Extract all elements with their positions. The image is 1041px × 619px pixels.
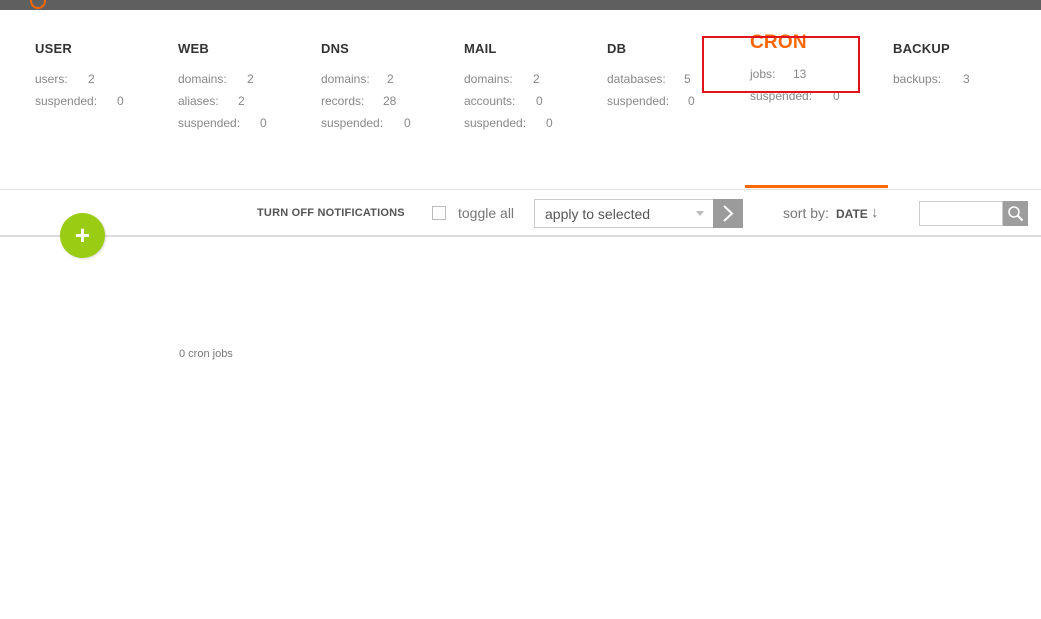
cron-jobs-count: 0 cron jobs <box>179 348 233 360</box>
stat-value: 0 <box>546 116 553 130</box>
stat-label: suspended: <box>178 116 241 130</box>
stat-row-records: records: 28 <box>321 94 461 116</box>
stat-dns[interactable]: DNS domains: 2 records: 28 suspended: 0 <box>321 40 461 138</box>
stat-title-mail[interactable]: MAIL <box>464 40 604 58</box>
stat-value: 2 <box>238 94 245 108</box>
stat-label: suspended: <box>607 94 670 108</box>
cron-highlight-box <box>702 36 860 93</box>
stat-value: 2 <box>247 72 254 86</box>
search-icon <box>1008 206 1024 222</box>
apply-to-selected-select[interactable]: apply to selected <box>534 199 714 228</box>
stat-row-suspended: suspended: 0 <box>35 94 175 116</box>
search-button[interactable] <box>1003 201 1028 226</box>
stat-row-accounts: accounts: 0 <box>464 94 604 116</box>
stat-label: users: <box>35 72 68 86</box>
stat-row-suspended: suspended: 0 <box>607 94 747 116</box>
stat-label: domains: <box>178 72 227 86</box>
stat-value: 2 <box>533 72 540 86</box>
user-icon[interactable] <box>997 0 1007 6</box>
dropdown-caret-icon <box>696 211 704 216</box>
stat-value: 2 <box>88 72 95 86</box>
active-tab-indicator <box>745 185 888 188</box>
stat-value: 0 <box>688 94 695 108</box>
stat-row-backups: backups: 3 <box>893 72 1033 94</box>
stat-label: aliases: <box>178 94 219 108</box>
stat-title-user[interactable]: USER <box>35 40 175 58</box>
apply-select-value: apply to selected <box>545 206 651 222</box>
stat-value: 0 <box>260 116 267 130</box>
stat-label: records: <box>321 94 365 108</box>
stat-value: 2 <box>387 72 394 86</box>
stat-label: backups: <box>893 72 942 86</box>
stat-label: domains: <box>464 72 513 86</box>
stat-row-users: users: 2 <box>35 72 175 94</box>
stat-title-backup[interactable]: BACKUP <box>893 40 1033 58</box>
stat-label: domains: <box>321 72 370 86</box>
sort-by-label: sort by: <box>783 205 829 221</box>
stat-value: 0 <box>404 116 411 130</box>
stat-row-domains: domains: 2 <box>321 72 461 94</box>
add-cron-job-button[interactable]: + <box>60 213 105 258</box>
stat-web[interactable]: WEB domains: 2 aliases: 2 suspended: 0 <box>178 40 318 138</box>
stat-row-domains: domains: 2 <box>464 72 604 94</box>
stat-row-suspended: suspended: 0 <box>178 116 318 138</box>
stat-value: 3 <box>963 72 970 86</box>
stat-row-aliases: aliases: 2 <box>178 94 318 116</box>
stat-label: databases: <box>607 72 666 86</box>
stat-label: suspended: <box>321 116 384 130</box>
stat-label: suspended: <box>35 94 98 108</box>
stat-mail[interactable]: MAIL domains: 2 accounts: 0 suspended: 0 <box>464 40 604 138</box>
stat-row-suspended: suspended: 0 <box>321 116 461 138</box>
toolbar <box>0 189 1041 237</box>
plus-icon: + <box>74 220 91 250</box>
sort-by-value[interactable]: DATE <box>836 207 868 221</box>
stat-value: 0 <box>536 94 543 108</box>
stat-user[interactable]: USER users: 2 suspended: 0 <box>35 40 175 116</box>
toggle-all-label[interactable]: toggle all <box>458 205 514 221</box>
chevron-right-icon <box>723 205 734 222</box>
sort-arrow-icon[interactable]: ↓ <box>871 204 879 221</box>
stat-value: 28 <box>383 94 397 108</box>
stat-label: suspended: <box>464 116 527 130</box>
stat-title-web[interactable]: WEB <box>178 40 318 58</box>
stat-backup[interactable]: BACKUP backups: 3 <box>893 40 1033 94</box>
logo-icon[interactable] <box>30 0 46 9</box>
stat-row-suspended: suspended: 0 <box>464 116 604 138</box>
turn-off-notifications-link[interactable]: TURN OFF NOTIFICATIONS <box>257 207 405 219</box>
apply-button[interactable] <box>713 199 743 228</box>
stat-row-domains: domains: 2 <box>178 72 318 94</box>
toggle-all-checkbox[interactable] <box>432 206 446 220</box>
stat-label: accounts: <box>464 94 516 108</box>
search-input[interactable] <box>919 201 1003 226</box>
stat-value: 5 <box>684 72 691 86</box>
stat-title-dns[interactable]: DNS <box>321 40 461 58</box>
stat-value: 0 <box>117 94 124 108</box>
top-menu-bar <box>0 0 1041 10</box>
